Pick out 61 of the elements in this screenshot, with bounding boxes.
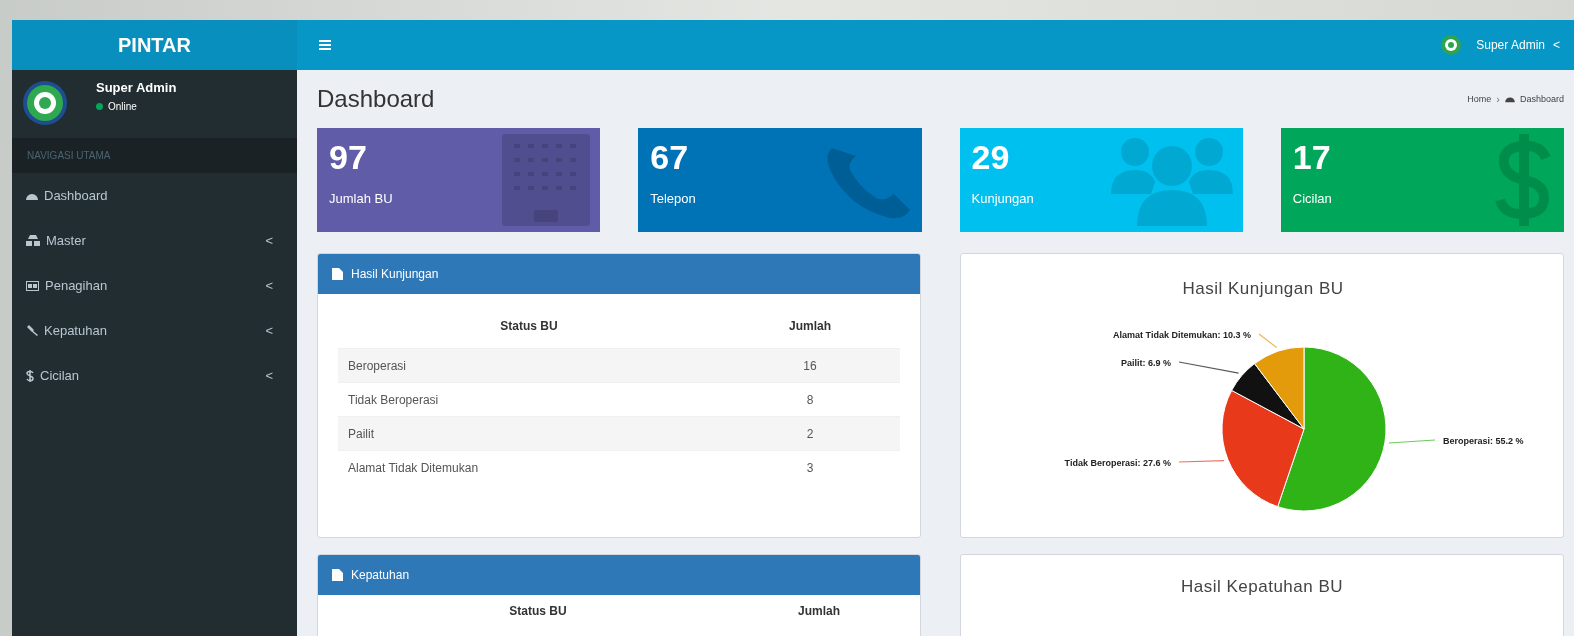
status-dot [96, 103, 103, 110]
data-label: Beroperasi: 55.2 % [1443, 436, 1524, 446]
column-header: Jumlah [789, 319, 831, 333]
leader-line [1388, 439, 1436, 444]
status-text: Online [108, 101, 137, 112]
data-label: Alamat Tidak Ditemukan: 10.3 % [1113, 330, 1251, 340]
data-label: Pailit: 6.9 % [1120, 358, 1171, 368]
stat-value: 29 [971, 138, 1011, 177]
breadcrumb-link[interactable]: Home [1467, 94, 1492, 104]
caret-icon: < [265, 233, 283, 248]
user-name: Super Admin [96, 80, 177, 95]
table-cell: Tidak Beroperasi [348, 392, 439, 407]
stat-value: 97 [329, 138, 368, 177]
stat-value: 17 [1292, 138, 1332, 177]
table-cell: 16 [803, 358, 817, 373]
nav-item[interactable]: Dashboard [12, 173, 297, 218]
caret-icon: < [265, 368, 283, 383]
dashboard-icon [1504, 95, 1515, 103]
stat-label: Jumlah BU [329, 191, 393, 206]
file-icon [332, 569, 343, 581]
cubes-icon [26, 235, 40, 246]
leader-line [1178, 361, 1240, 374]
stat-label: Telepon [650, 191, 696, 206]
column-header: Status BU [500, 319, 558, 333]
avatar-icon [22, 80, 68, 126]
table-cell: 2 [806, 426, 814, 441]
caret-icon: < [265, 278, 283, 293]
data-label: Tidak Beroperasi: 27.6 % [1064, 458, 1171, 468]
table-cell: Beroperasi [348, 358, 407, 373]
breadcrumb-current: Dashboard [1519, 94, 1564, 104]
breadcrumb-separator: › [1496, 93, 1500, 105]
caret-icon: < [265, 323, 283, 338]
table-cell: 8 [806, 392, 814, 407]
column-header: Status BU [509, 604, 567, 618]
nav-header: NAVIGASI UTAMA [27, 150, 111, 161]
building-icon [502, 134, 591, 226]
table-cell: Pailit [348, 426, 374, 441]
file-icon [332, 268, 343, 280]
leader-line [1178, 460, 1225, 463]
chart-title: Hasil Kunjungan BU [1182, 279, 1344, 298]
gavel-icon [26, 325, 38, 336]
nav-item[interactable]: Penagihan < [12, 263, 297, 308]
table-cell: Alamat Tidak Ditemukan [348, 460, 479, 475]
table-cell: 3 [806, 460, 814, 475]
page-title: Dashboard [317, 85, 435, 113]
panel-title: Hasil Kunjungan [351, 267, 439, 281]
nav-item[interactable]: Kepatuhan < [12, 308, 297, 353]
stat-value: 67 [650, 138, 690, 177]
nav-item[interactable]: Master < [12, 218, 297, 263]
column-header: Jumlah [798, 604, 840, 618]
dollar-icon [26, 369, 34, 382]
avatar-icon [1440, 34, 1463, 56]
stat-label: Cicilan [1292, 191, 1332, 206]
nav-item[interactable]: Cicilan < [12, 353, 297, 398]
brand-logo[interactable]: PINTAR [12, 20, 297, 70]
menu-icon[interactable] [319, 40, 331, 50]
panel-title: Kepatuhan [351, 568, 410, 582]
chart-title: Hasil Kepatuhan BU [1179, 577, 1345, 597]
stat-label: Kunjungan [971, 191, 1034, 206]
leader-line [1258, 333, 1278, 349]
card-icon [26, 280, 39, 291]
